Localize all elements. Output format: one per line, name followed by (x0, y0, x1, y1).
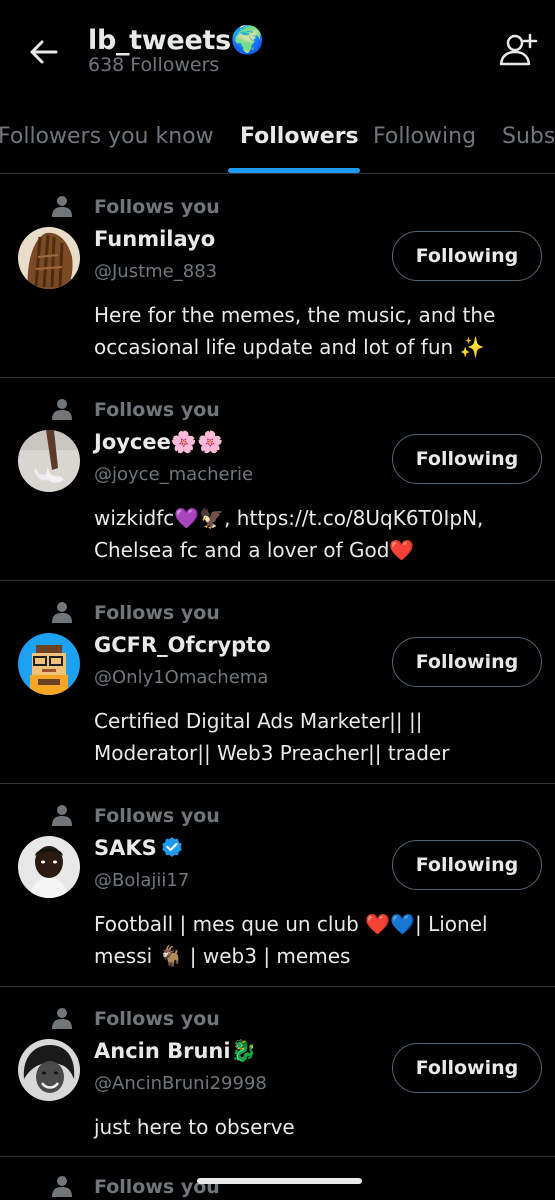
followers-list: Follows you Funmilayo @Justme_883 Follow… (0, 175, 555, 1200)
user-handle: @Bolajii17 (94, 870, 190, 891)
person-icon (52, 196, 72, 217)
top-bar: lb_tweets🌍 638 Followers (0, 0, 555, 100)
list-item[interactable]: Follows you Joycee🌸🌸 @joyce_macherie Fol… (0, 378, 555, 581)
person-icon (52, 1176, 72, 1197)
follows-you-label: Follows you (94, 602, 220, 624)
following-button[interactable]: Following (392, 434, 542, 484)
avatar[interactable] (18, 633, 80, 695)
follows-you-label: Follows you (94, 805, 220, 827)
page-title: lb_tweets🌍 (88, 25, 265, 56)
avatar[interactable] (18, 430, 80, 492)
following-button[interactable]: Following (392, 231, 542, 281)
person-add-icon[interactable] (498, 32, 538, 68)
user-handle: @AncinBruni29998 (94, 1073, 267, 1094)
display-name[interactable]: Funmilayo (94, 227, 215, 251)
list-item[interactable]: Follows you Funmilayo @Justme_883 Follow… (0, 175, 555, 378)
user-handle: @Only1Omachema (94, 667, 269, 688)
followers-count: 638 Followers (88, 54, 220, 76)
tab-following[interactable]: Following (373, 124, 476, 149)
person-icon (52, 805, 72, 826)
user-bio: just here to observe (94, 1115, 295, 1139)
display-name[interactable]: Ancin Bruni🐉 (94, 1039, 257, 1064)
display-name[interactable]: Joycee🌸🌸 (94, 430, 223, 455)
following-button[interactable]: Following (392, 840, 542, 890)
list-item[interactable]: Follows you Ancin Bruni🐉 @AncinBruni2999… (0, 987, 555, 1157)
user-bio: Football | mes que un club ❤️💙| Lionel m… (94, 912, 488, 968)
follows-you-label: Follows you (94, 1008, 220, 1030)
display-name[interactable]: GCFR_Ofcrypto (94, 633, 271, 657)
user-bio: Certified Digital Ads Marketer|| || Mode… (94, 709, 450, 765)
person-icon (52, 1008, 72, 1029)
tab-bar: Followers you know Followers Following S… (0, 108, 555, 174)
list-item[interactable]: Follows you SAKS @Bolajii17 Following Fo… (0, 784, 555, 987)
display-name[interactable]: SAKS (94, 836, 183, 860)
list-item[interactable]: Follows you GCFR_Ofcrypto @Only1Omachema… (0, 581, 555, 784)
avatar[interactable] (18, 227, 80, 289)
person-icon (52, 399, 72, 420)
verified-badge-icon (161, 837, 182, 857)
tab-followers[interactable]: Followers (240, 124, 359, 149)
avatar[interactable] (18, 836, 80, 898)
tab-subscriptions[interactable]: Subs (502, 124, 555, 149)
avatar[interactable] (18, 1039, 80, 1101)
following-button[interactable]: Following (392, 637, 542, 687)
tab-followers-you-know[interactable]: Followers you know (0, 124, 214, 149)
following-button[interactable]: Following (392, 1043, 542, 1093)
person-icon (52, 602, 72, 623)
active-tab-indicator (228, 168, 360, 173)
follows-you-label: Follows you (94, 399, 220, 421)
user-handle: @Justme_883 (94, 261, 218, 282)
user-bio: wizkidfc💜🦅, https://t.co/8UqK6T0IpN, Che… (94, 506, 484, 562)
arrow-left-icon[interactable] (26, 34, 62, 70)
follows-you-label: Follows you (94, 196, 220, 218)
display-name-text: SAKS (94, 836, 157, 860)
home-indicator[interactable] (197, 1178, 362, 1184)
user-bio: Here for the memes, the music, and the o… (94, 303, 496, 359)
user-handle: @joyce_macherie (94, 464, 254, 485)
